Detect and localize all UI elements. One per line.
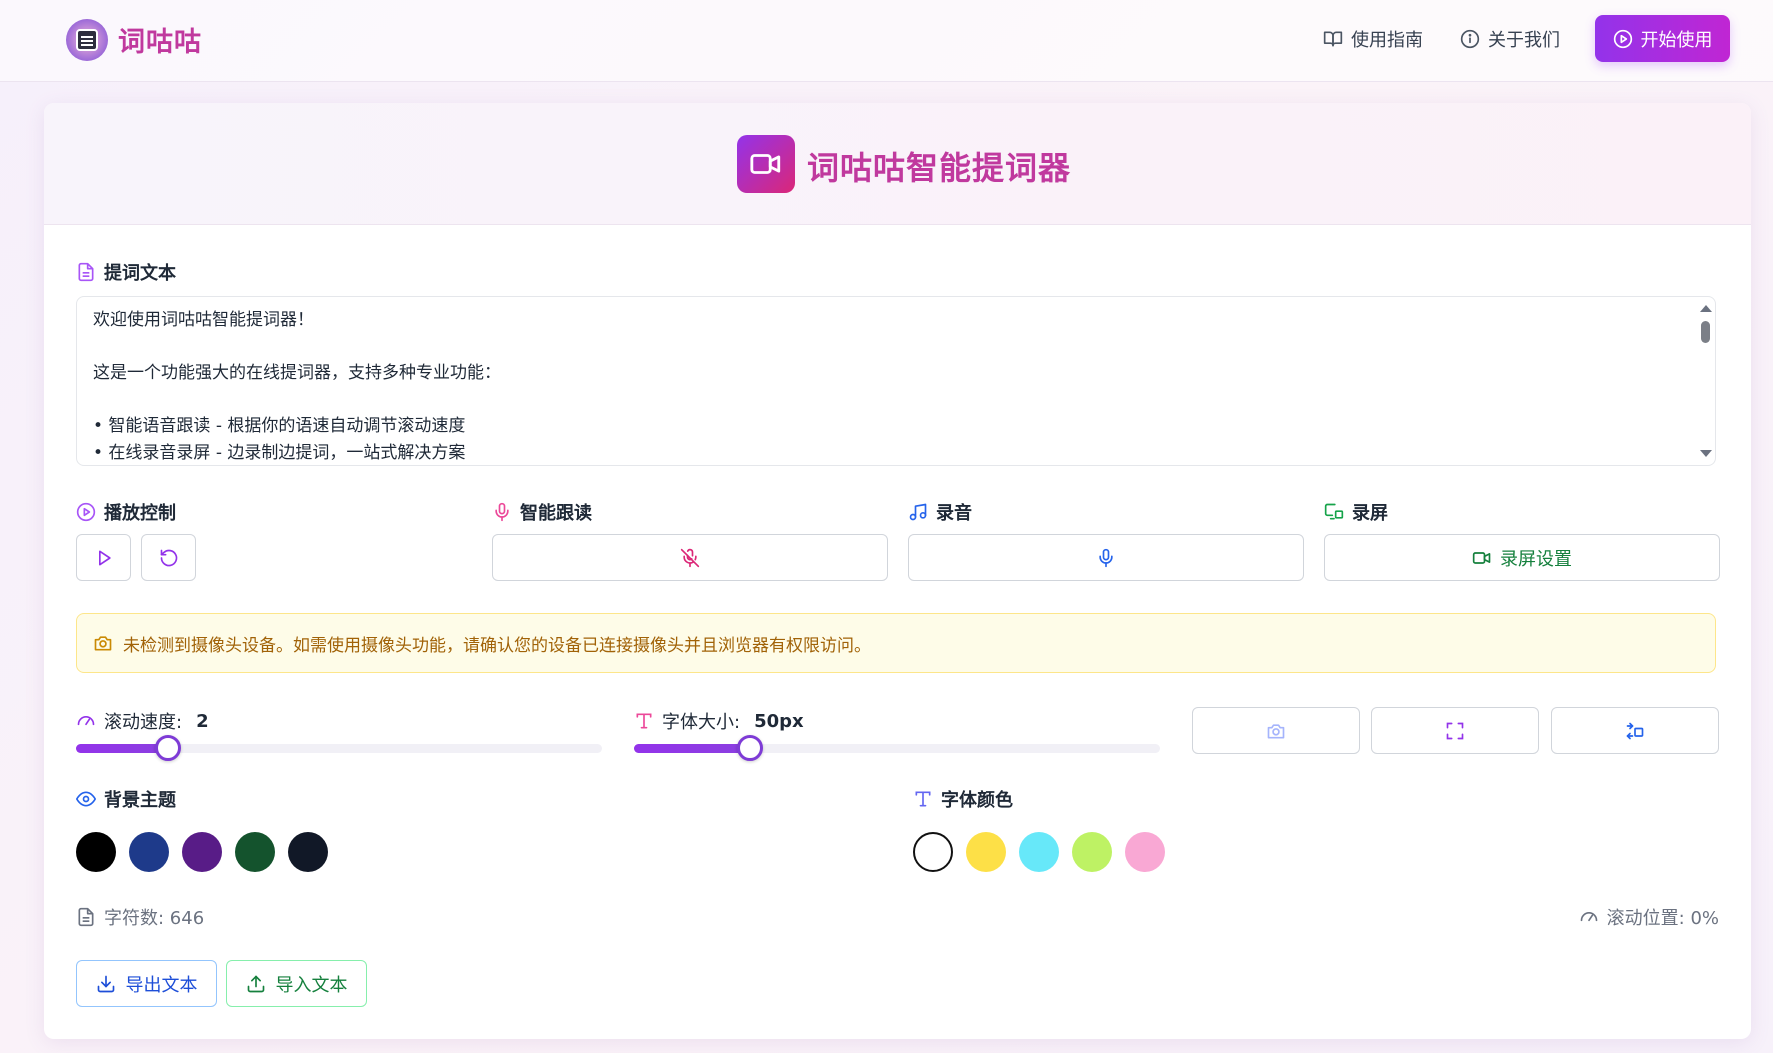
font-size-slider[interactable] (634, 735, 1160, 761)
font-size-value: 50px (754, 710, 804, 732)
microphone-icon (495, 502, 509, 522)
playback-control-label: 播放控制 (76, 499, 176, 525)
camera-warning-text: 未检测到摄像头设备。如需使用摄像头功能，请确认您的设备已连接摄像头并且浏览器有权… (123, 635, 871, 656)
card-title: 词咕咕智能提词器 (807, 149, 1072, 187)
prompt-textarea[interactable]: 欢迎使用词咕咕智能提词器！ 这是一个功能强大的在线提词器，支持多种专业功能： •… (76, 296, 1716, 466)
nav-about-label: 关于我们 (1488, 30, 1560, 51)
video-camera-icon (737, 135, 795, 193)
voice-follow-toggle[interactable] (492, 534, 888, 581)
voice-follow-label: 智能跟读 (492, 499, 592, 525)
background-color-swatch[interactable] (182, 832, 222, 872)
record-audio-label: 录音 (908, 499, 972, 525)
text-line: 欢迎使用词咕咕智能提词器！ (93, 310, 314, 330)
gauge-icon (1580, 912, 1597, 922)
camera-icon (94, 636, 112, 651)
background-theme-label: 背景主题 (76, 786, 176, 812)
camera-warning-banner: 未检测到摄像头设备。如需使用摄像头功能，请确认您的设备已连接摄像头并且浏览器有权… (76, 613, 1716, 673)
top-header: 词咕咕 使用指南 关于我们 开始使用 (0, 0, 1773, 82)
export-text-button[interactable]: 导出文本 (76, 960, 217, 1007)
text-line (93, 334, 1699, 361)
background-color-swatch[interactable] (288, 832, 328, 872)
type-icon (915, 791, 931, 807)
book-icon (1323, 31, 1343, 47)
rotate-ccw-icon (160, 549, 177, 566)
font-color-swatch[interactable] (1125, 832, 1165, 872)
brand-name[interactable]: 词咕咕 (118, 20, 202, 59)
document-icon (78, 262, 94, 282)
camera-icon (1267, 723, 1285, 738)
font-color-swatch[interactable] (1072, 832, 1112, 872)
video-camera-icon (1472, 551, 1491, 564)
screen-share-icon (1324, 503, 1344, 520)
scroll-down-arrow[interactable] (1700, 450, 1712, 457)
fullscreen-icon (1446, 722, 1464, 739)
text-line: • 智能语音跟读 - 根据你的语速自动调节滚动速度 (93, 416, 466, 436)
download-icon (97, 975, 114, 992)
scroll-up-arrow[interactable] (1700, 305, 1712, 312)
upload-icon (247, 975, 264, 992)
record-screen-label: 录屏 (1324, 499, 1388, 525)
text-line: 这是一个功能强大的在线提词器，支持多种专业功能： (93, 363, 501, 383)
play-circle-icon (1613, 29, 1632, 48)
play-icon (98, 550, 111, 565)
start-button[interactable]: 开始使用 (1595, 15, 1730, 62)
screen-settings-button[interactable]: 录屏设置 (1324, 534, 1720, 581)
font-color-label: 字体颜色 (913, 786, 1013, 812)
brand-logo[interactable] (66, 19, 108, 61)
font-size-slider-thumb[interactable] (737, 735, 763, 761)
type-icon (636, 713, 652, 729)
record-audio-button[interactable] (908, 534, 1304, 581)
reset-button[interactable] (141, 534, 196, 581)
microphone-off-icon (680, 548, 700, 567)
gauge-icon (77, 716, 95, 726)
speed-label: 滚动速度: 2 (76, 708, 209, 734)
card-header: 词咕咕智能提词器 (44, 103, 1751, 225)
flip-icon (1626, 722, 1644, 739)
textarea-scrollbar[interactable] (1699, 301, 1712, 461)
camera-button[interactable] (1192, 707, 1360, 754)
font-size-label: 字体大小: 50px (634, 708, 804, 734)
speed-slider-thumb[interactable] (155, 735, 181, 761)
play-circle-icon (76, 502, 96, 522)
prompt-text-label: 提词文本 (76, 259, 176, 285)
import-text-button[interactable]: 导入文本 (226, 960, 367, 1007)
text-line (93, 387, 1699, 414)
microphone-icon (1099, 548, 1113, 567)
document-icon (78, 907, 94, 927)
play-button[interactable] (76, 534, 131, 581)
mirror-flip-button[interactable] (1551, 707, 1719, 754)
char-count: 字符数: 646 (76, 904, 204, 930)
screen-settings-label: 录屏设置 (1500, 548, 1572, 570)
nav-guide-link[interactable]: 使用指南 (1323, 26, 1423, 52)
music-note-icon (909, 503, 927, 521)
scroll-position: 滚动位置: 0% (1579, 904, 1719, 930)
background-color-swatch[interactable] (235, 832, 275, 872)
speed-value: 2 (196, 710, 209, 732)
fullscreen-button[interactable] (1371, 707, 1539, 754)
text-line: • 在线录音录屏 - 边录制边提词，一站式解决方案 (93, 442, 466, 463)
nav-guide-label: 使用指南 (1351, 30, 1423, 51)
teleprompter-card: 词咕咕智能提词器 提词文本 欢迎使用词咕咕智能提词器！ 这是一个功能强大的在线提… (44, 103, 1751, 1039)
background-color-swatch[interactable] (129, 832, 169, 872)
font-color-swatch[interactable] (913, 832, 953, 872)
speed-slider[interactable] (76, 735, 602, 761)
font-size-slider-fill (634, 744, 750, 753)
font-color-swatch[interactable] (966, 832, 1006, 872)
info-icon (1460, 29, 1480, 49)
scroll-thumb[interactable] (1701, 321, 1710, 343)
start-button-label: 开始使用 (1640, 29, 1713, 51)
background-color-swatch[interactable] (76, 832, 116, 872)
nav-about-link[interactable]: 关于我们 (1460, 26, 1560, 52)
eye-icon (76, 791, 96, 807)
font-color-swatch[interactable] (1019, 832, 1059, 872)
